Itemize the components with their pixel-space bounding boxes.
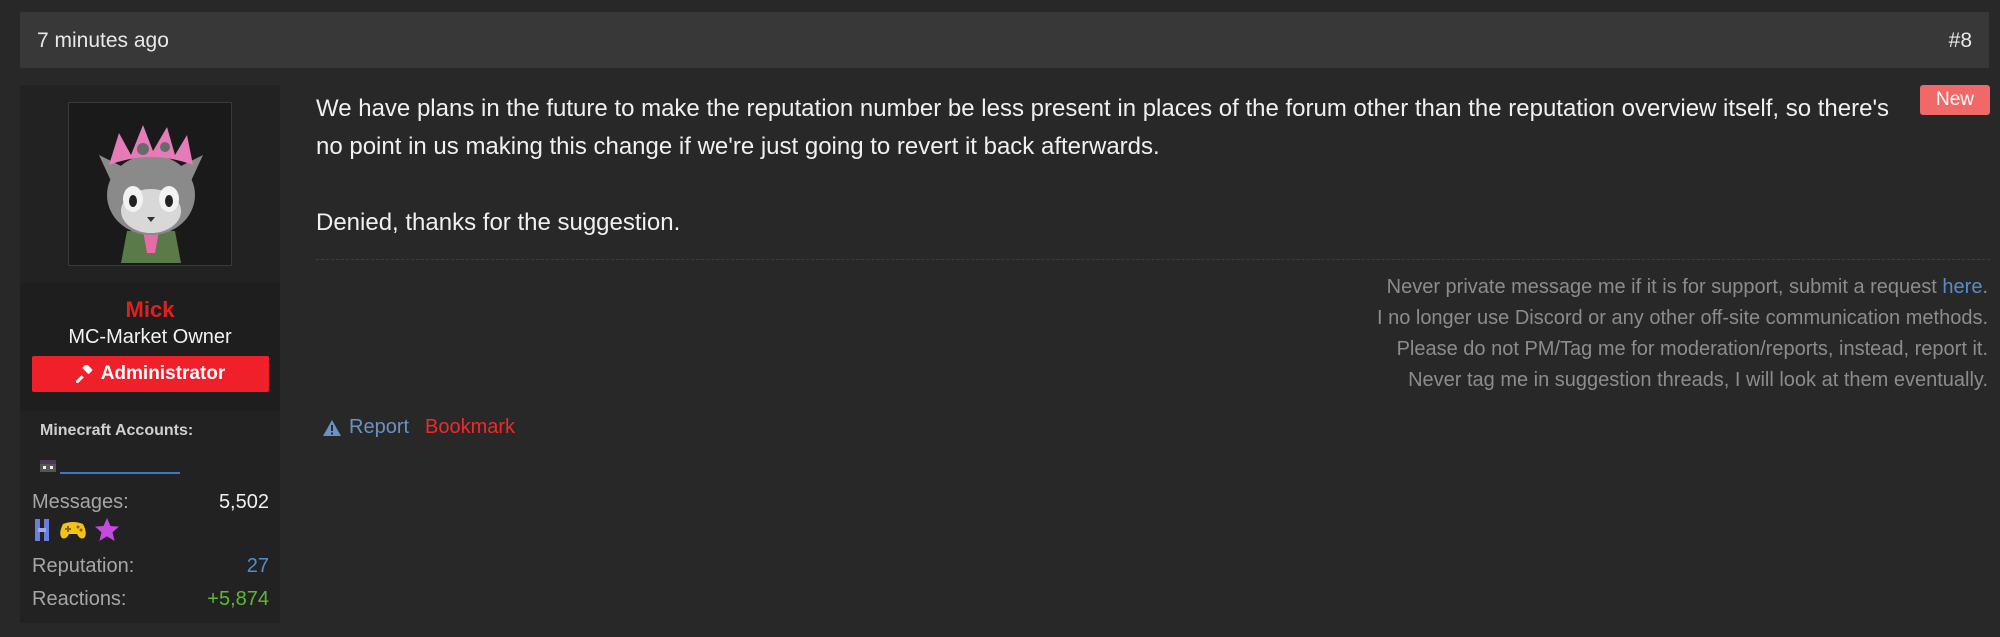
role-label: Administrator — [100, 363, 226, 384]
message-paragraph: We have plans in the future to make the … — [316, 95, 1890, 160]
trophy-row — [32, 517, 120, 543]
stat-reactions: Reactions: +5,874 — [32, 588, 269, 611]
post-timestamp[interactable]: 7 minutes ago — [37, 29, 169, 53]
new-badge: New — [1920, 85, 1990, 115]
report-link[interactable]: Report — [322, 416, 409, 439]
report-label: Report — [349, 416, 410, 438]
username[interactable]: Mick — [20, 297, 280, 323]
signature-line: Never private message me if it is for su… — [1377, 272, 1988, 303]
avatar[interactable] — [68, 102, 232, 266]
warning-icon — [323, 419, 341, 436]
signature-text: Never private message me if it is for su… — [1386, 276, 1943, 298]
user-title: MC-Market Owner — [68, 326, 232, 348]
gavel-icon — [75, 365, 93, 383]
role-banner: Administrator — [32, 356, 269, 392]
post-permalink-number[interactable]: #8 — [1949, 29, 1972, 53]
post-header: 7 minutes ago #8 — [20, 12, 1989, 68]
signature-line: I no longer use Discord or any other off… — [1376, 307, 1988, 329]
signature-request-link[interactable]: here — [1942, 276, 1982, 298]
user-info: Mick MC-Market Owner Administrator — [20, 283, 280, 411]
stat-value[interactable]: 5,502 — [219, 491, 269, 514]
star-icon[interactable] — [94, 517, 120, 543]
stat-label: Messages: — [32, 491, 129, 513]
signature-line: Please do not PM/Tag me for moderation/r… — [1396, 338, 1988, 360]
bookmark-link[interactable]: Bookmark — [425, 416, 515, 439]
stat-label: Reactions: — [32, 588, 127, 610]
signature-text: . — [1982, 276, 1988, 298]
signature: Never private message me if it is for su… — [1377, 272, 1988, 396]
minecraft-account-name[interactable] — [60, 472, 180, 474]
minecraft-accounts-label: Minecraft Accounts: — [40, 422, 194, 439]
post-actions: Report Bookmark — [322, 416, 515, 439]
avatar-image — [69, 103, 231, 265]
message-arrow — [280, 96, 296, 128]
stat-messages: Messages: 5,502 — [32, 491, 269, 514]
stat-reputation: Reputation: 27 — [32, 555, 269, 578]
message-body: We have plans in the future to make the … — [316, 90, 1916, 280]
stat-value[interactable]: 27 — [247, 555, 269, 578]
signature-line: Never tag me in suggestion threads, I wi… — [1408, 369, 1988, 391]
stat-label: Reputation: — [32, 555, 135, 577]
stat-value[interactable]: +5,874 — [207, 588, 269, 611]
minecraft-account[interactable] — [40, 458, 180, 474]
pillar-icon[interactable] — [32, 517, 52, 543]
gamepad-icon[interactable] — [58, 518, 88, 542]
message-paragraph: Denied, thanks for the suggestion. — [316, 209, 681, 236]
signature-divider — [316, 259, 1990, 260]
minecraft-head-icon — [40, 460, 56, 472]
user-panel: Mick MC-Market Owner Administrator Minec… — [20, 85, 280, 623]
